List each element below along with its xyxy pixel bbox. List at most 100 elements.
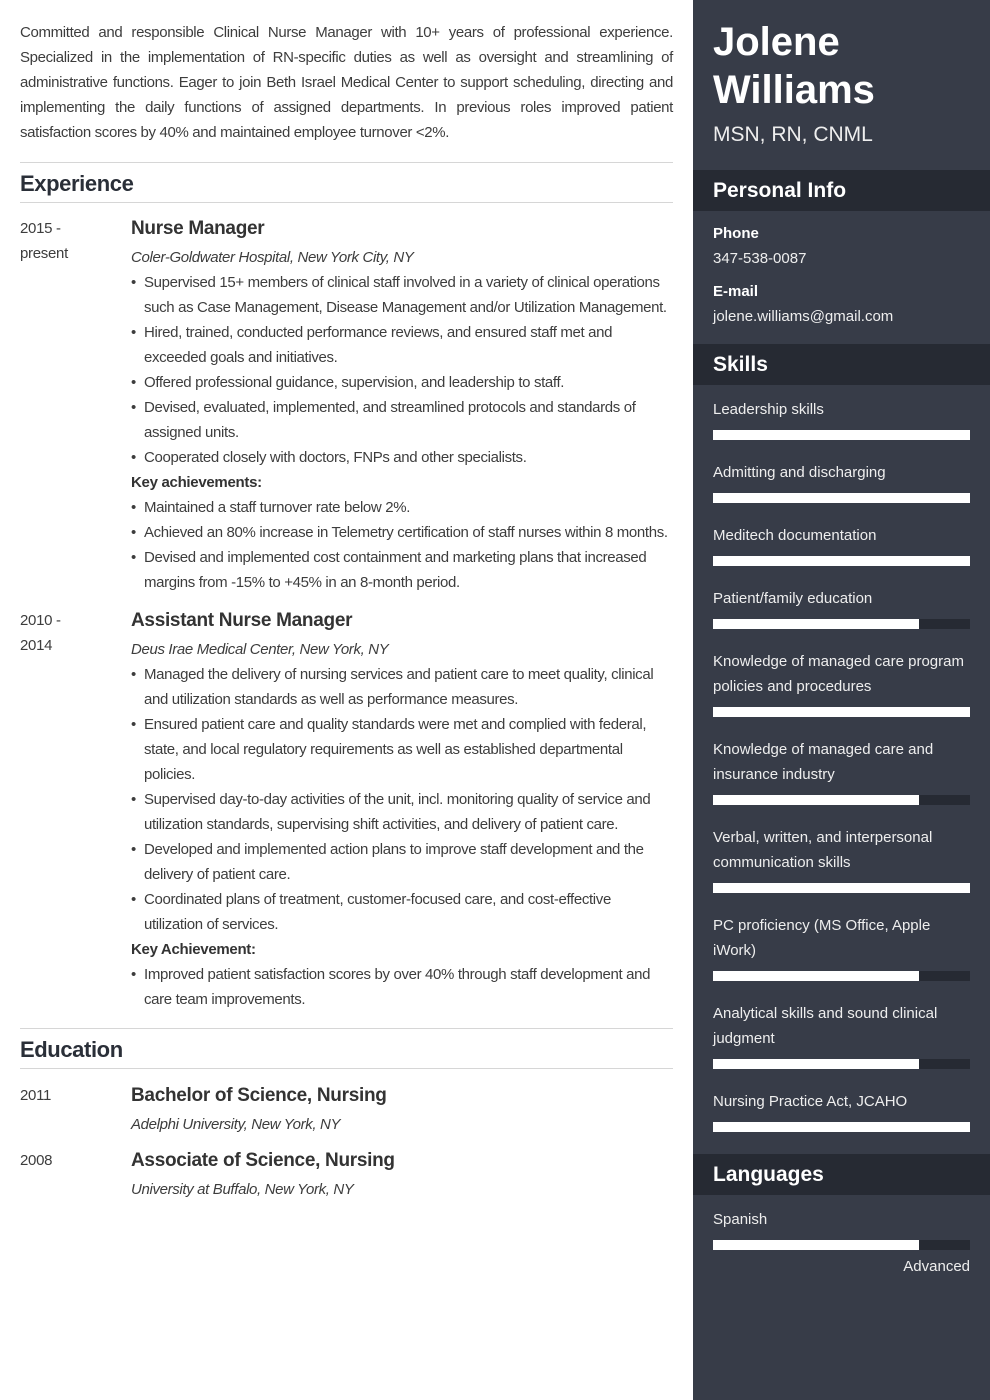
date-end: present (20, 245, 68, 262)
duty-item: Offered professional guidance, supervisi… (131, 370, 673, 395)
achievement-item: Maintained a staff turnover rate below 2… (131, 495, 673, 520)
achievements-list: Maintained a staff turnover rate below 2… (131, 495, 673, 595)
language-level-fill (713, 1240, 919, 1250)
language-level-text: Advanced (903, 1258, 970, 1275)
skill-level-bar (713, 971, 970, 981)
duty-item: Devised, evaluated, implemented, and str… (131, 395, 673, 445)
skill-label: Leadership skills (713, 401, 824, 418)
skill-level-bar (713, 707, 970, 717)
skill-level-fill (713, 971, 919, 981)
experience-details: Nurse Manager Coler-Goldwater Hospital, N… (131, 216, 673, 595)
duty-item: Supervised day-to-day activities of the … (131, 787, 673, 837)
skill-level-bar (713, 795, 970, 805)
institution: University at Buffalo, New York, NY (131, 1181, 354, 1198)
last-name: Williams (713, 68, 875, 112)
skill-level-bar (713, 883, 970, 893)
skill-level-fill (713, 707, 970, 717)
skill-level-fill (713, 493, 970, 503)
email-value[interactable]: jolene.williams@gmail.com (713, 306, 970, 328)
skill-item: Admitting and discharging (713, 460, 970, 503)
section-heading-education: Education (20, 1028, 673, 1069)
experience-dates: 2010 - 2014 (20, 608, 131, 1012)
duties-list: Managed the delivery of nursing services… (131, 662, 673, 937)
experience-dates: 2015 - present (20, 216, 131, 595)
degree-title: Associate of Science, Nursing (131, 1150, 395, 1171)
education-details: Associate of Science, Nursing University … (131, 1148, 395, 1202)
skill-level-bar (713, 430, 970, 440)
job-title: Assistant Nurse Manager (131, 610, 353, 631)
skill-item: Patient/family education (713, 586, 970, 629)
employer: Deus Irae Medical Center, New York, NY (131, 641, 389, 658)
skill-item: Leadership skills (713, 397, 970, 440)
section-heading-experience: Experience (20, 162, 673, 203)
achievement-item: Devised and implemented cost containment… (131, 545, 673, 595)
date-start: 2010 - (20, 612, 61, 629)
date-start: 2015 - (20, 220, 61, 237)
email-label: E-mail (713, 283, 759, 300)
languages-list: Spanish Advanced (693, 1195, 990, 1279)
section-heading-languages: Languages (693, 1154, 990, 1195)
phone-value: 347-538-0087 (713, 250, 807, 267)
skill-label: Nursing Practice Act, JCAHO (713, 1093, 908, 1110)
first-name: Jolene (713, 20, 840, 64)
skill-level-fill (713, 1059, 919, 1069)
duty-item: Cooperated closely with doctors, FNPs an… (131, 445, 673, 470)
credentials: MSN, RN, CNML (713, 123, 873, 146)
profile-summary: Committed and responsible Clinical Nurse… (20, 24, 673, 141)
skill-item: Knowledge of managed care and insurance … (713, 737, 970, 805)
duty-item: Developed and implemented action plans t… (131, 837, 673, 887)
skill-item: PC proficiency (MS Office, Apple iWork) (713, 913, 970, 981)
personal-info: Phone 347-538-0087 E-mail jolene.william… (693, 211, 990, 344)
skill-level-bar (713, 1122, 970, 1132)
education-details: Bachelor of Science, Nursing Adelphi Univ… (131, 1083, 387, 1137)
skill-level-fill (713, 430, 970, 440)
skills-list: Leadership skills Admitting and dischargi… (693, 385, 990, 1154)
skill-label: Admitting and discharging (713, 464, 886, 481)
duty-item: Coordinated plans of treatment, customer… (131, 887, 673, 937)
skill-label: Verbal, written, and interpersonal commu… (713, 829, 933, 871)
key-achievements-label: Key achievements: (131, 474, 262, 491)
duty-item: Managed the delivery of nursing services… (131, 662, 673, 712)
experience-list: 2015 - present Nurse Manager Coler-Goldwate… (20, 216, 673, 1012)
achievement-item: Improved patient satisfaction scores by … (131, 962, 673, 1012)
institution: Adelphi University, New York, NY (131, 1116, 341, 1133)
experience-details: Assistant Nurse Manager Deus Irae Medical… (131, 608, 673, 1012)
skill-label: Meditech documentation (713, 527, 877, 544)
section-heading-personal-info: Personal Info (693, 170, 990, 211)
main-column: Committed and responsible Clinical Nurse… (20, 0, 673, 1202)
skill-item: Knowledge of managed care program polici… (713, 649, 970, 717)
achievement-item: Achieved an 80% increase in Telemetry ce… (131, 520, 673, 545)
experience-entry: 2010 - 2014 Assistant Nurse Manager Deus Ir… (20, 608, 673, 1012)
language-label: Spanish (713, 1211, 768, 1228)
skill-label: Knowledge of managed care program polici… (713, 653, 964, 695)
language-item: Spanish Advanced (713, 1207, 970, 1279)
duties-list: Supervised 15+ members of clinical staff… (131, 270, 673, 470)
skill-label: Patient/family education (713, 590, 873, 607)
skill-level-fill (713, 795, 919, 805)
degree-title: Bachelor of Science, Nursing (131, 1085, 387, 1106)
duty-item: Ensured patient care and quality standar… (131, 712, 673, 787)
education-entry: 2008 Associate of Science, Nursing Univers… (20, 1148, 673, 1202)
skill-level-bar (713, 493, 970, 503)
skill-level-fill (713, 1122, 970, 1132)
education-list: 2011 Bachelor of Science, Nursing Adelphi … (20, 1083, 673, 1202)
language-level-bar (713, 1240, 970, 1250)
skill-item: Analytical skills and sound clinical jud… (713, 1001, 970, 1069)
phone-label: Phone (713, 225, 759, 242)
sidebar: Jolene Williams MSN, RN, CNML Personal I… (693, 0, 990, 1400)
key-achievements-label: Key Achievement: (131, 941, 256, 958)
skill-item: Meditech documentation (713, 523, 970, 566)
job-title: Nurse Manager (131, 218, 265, 239)
skill-label: Knowledge of managed care and insurance … (713, 741, 934, 783)
skill-item: Verbal, written, and interpersonal commu… (713, 825, 970, 893)
duty-item: Supervised 15+ members of clinical staff… (131, 270, 673, 320)
skill-level-fill (713, 883, 970, 893)
employer: Coler-Goldwater Hospital, New York City,… (131, 249, 414, 266)
graduation-year: 2011 (20, 1087, 52, 1104)
skill-level-bar (713, 556, 970, 566)
education-entry: 2011 Bachelor of Science, Nursing Adelphi … (20, 1083, 673, 1137)
experience-entry: 2015 - present Nurse Manager Coler-Goldwate… (20, 216, 673, 595)
duty-item: Hired, trained, conducted performance re… (131, 320, 673, 370)
skill-level-fill (713, 619, 919, 629)
skill-level-bar (713, 1059, 970, 1069)
